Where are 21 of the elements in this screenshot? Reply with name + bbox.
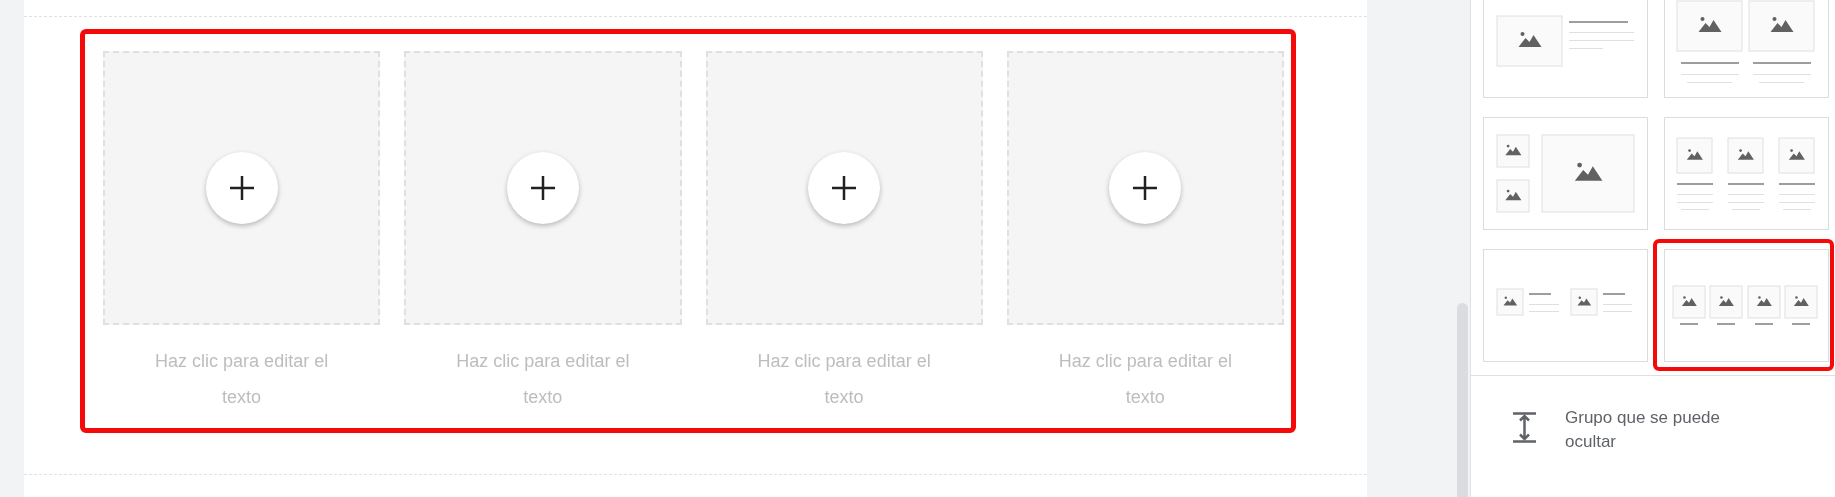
caption-text[interactable]: Haz clic para editar el texto bbox=[1042, 343, 1248, 415]
layout-option[interactable] bbox=[1653, 239, 1834, 371]
expand-height-icon bbox=[1512, 412, 1537, 443]
plus-icon bbox=[228, 175, 255, 201]
add-image-button[interactable] bbox=[808, 152, 881, 224]
add-image-button[interactable] bbox=[1109, 152, 1182, 224]
collapsible-group-label[interactable]: Grupo que se puede ocultar bbox=[1565, 406, 1745, 454]
caption-text[interactable]: Haz clic para editar el texto bbox=[741, 343, 947, 415]
caption-text[interactable]: Haz clic para editar el texto bbox=[440, 343, 646, 415]
layout-preview-icon bbox=[1676, 137, 1815, 210]
layout-preview-icon bbox=[1676, 0, 1815, 84]
plus-icon bbox=[831, 175, 858, 201]
layout-preview-icon bbox=[1496, 134, 1635, 213]
add-image-button[interactable] bbox=[506, 152, 579, 224]
layout-preview-icon bbox=[1496, 288, 1632, 316]
plus-icon bbox=[1132, 175, 1159, 201]
add-image-button[interactable] bbox=[205, 152, 278, 224]
layout-preview-icon bbox=[1496, 15, 1635, 67]
plus-icon bbox=[529, 175, 556, 201]
layout-preview-icon bbox=[1672, 285, 1818, 325]
caption-text[interactable]: Haz clic para editar el texto bbox=[139, 343, 345, 415]
